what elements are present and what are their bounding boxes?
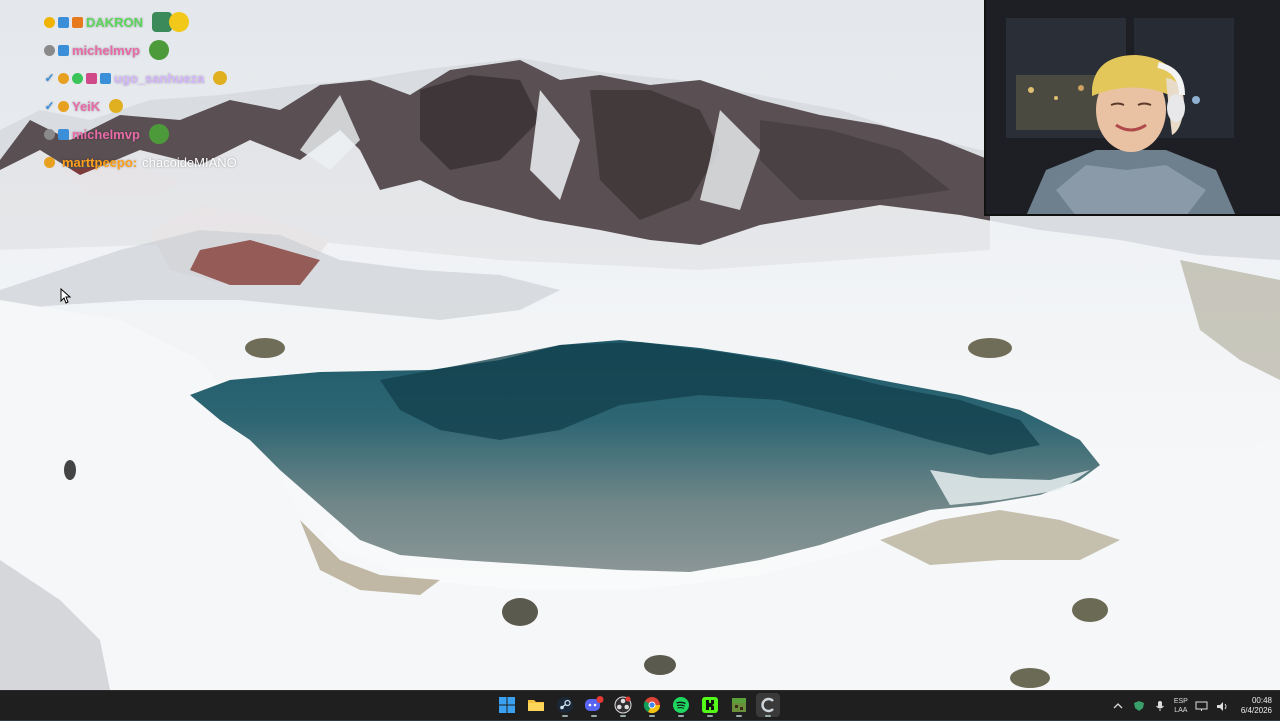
badge-icon <box>44 44 55 56</box>
stream-chat-overlay: DAKRON michelmvp ✓ ugo_sanhueza ✓ YeiK m… <box>44 8 364 176</box>
monitor-network-icon <box>1195 701 1208 711</box>
windows-taskbar: ESP LAA 00:48 6/4/2026 <box>0 690 1280 720</box>
file-explorer-button[interactable] <box>524 693 548 717</box>
language-indicator[interactable]: ESP LAA <box>1174 697 1188 715</box>
badge-icon <box>44 156 55 168</box>
microphone-tray-button[interactable] <box>1153 699 1167 713</box>
minecraft-icon <box>732 698 746 712</box>
chat-username: marttpeepo: <box>62 154 138 170</box>
emote-icon <box>213 71 228 85</box>
pepe-emote-icon <box>148 124 169 144</box>
emote-icon <box>109 99 124 113</box>
badge-icon <box>72 16 83 28</box>
discord-button[interactable] <box>582 693 606 717</box>
badge-icon <box>100 72 111 84</box>
steam-button[interactable] <box>553 693 577 717</box>
start-button[interactable] <box>495 693 519 717</box>
steam-icon <box>557 697 573 713</box>
shield-icon <box>1133 701 1144 711</box>
discord-icon <box>585 696 604 711</box>
chat-message: ✓ ugo_sanhueza <box>44 64 364 92</box>
network-tray-button[interactable] <box>1195 699 1209 713</box>
chevron-up-icon <box>1113 703 1123 709</box>
clock-time: 00:48 <box>1251 696 1272 705</box>
app-c-button[interactable] <box>756 693 780 717</box>
security-tray-button[interactable] <box>1132 699 1146 713</box>
chat-username: ugo_sanhueza <box>114 70 205 86</box>
clock[interactable]: 00:48 6/4/2026 <box>1241 696 1272 716</box>
chrome-button[interactable] <box>640 693 664 717</box>
chat-message: marttpeepo: chacoideMIANO <box>44 148 364 176</box>
taskbar-apps <box>495 693 780 719</box>
chat-username: michelmvp <box>72 42 140 58</box>
app-c-icon <box>761 697 774 713</box>
verified-check-icon: ✓ <box>44 98 55 113</box>
file-explorer-icon <box>528 700 544 711</box>
badge-icon <box>58 100 69 112</box>
badge-icon <box>44 16 55 28</box>
chrome-icon <box>643 697 661 714</box>
badge-icon <box>58 16 69 28</box>
badge-icon <box>86 72 97 84</box>
chat-username: YeiK <box>72 98 101 114</box>
chat-message-text: chacoideMIANO <box>142 154 237 170</box>
chat-username: michelmvp <box>72 126 140 142</box>
volume-tray-button[interactable] <box>1216 699 1230 713</box>
language-code: ESP <box>1173 698 1188 705</box>
chat-message: ✓ YeiK <box>44 92 364 120</box>
badge-icon <box>58 128 69 140</box>
spotify-icon <box>673 697 689 713</box>
minecraft-button[interactable] <box>727 693 751 717</box>
obs-icon <box>614 696 632 714</box>
windows-start-icon <box>499 697 515 713</box>
obs-button[interactable] <box>611 693 635 717</box>
chat-message: michelmvp <box>44 120 364 148</box>
verified-check-icon: ✓ <box>44 70 55 85</box>
pepe-emote-icon <box>148 40 169 60</box>
webcam-overlay <box>984 0 1280 216</box>
system-tray: ESP LAA 00:48 6/4/2026 <box>1111 691 1272 721</box>
chat-message: michelmvp <box>44 36 364 64</box>
badge-icon <box>58 44 69 56</box>
badge-icon <box>72 72 83 84</box>
kick-button[interactable] <box>698 693 722 717</box>
emote-icon <box>169 12 190 32</box>
badge-icon <box>44 128 55 140</box>
keyboard-layout: LAA <box>1174 707 1188 714</box>
kick-icon <box>702 697 718 713</box>
webcam-feed <box>986 0 1280 214</box>
microphone-icon <box>1155 701 1164 711</box>
spotify-button[interactable] <box>669 693 693 717</box>
chat-username: DAKRON <box>86 14 144 30</box>
mouse-cursor-icon <box>60 288 72 304</box>
show-hidden-icons-button[interactable] <box>1111 699 1125 713</box>
clock-date: 6/4/2026 <box>1240 706 1272 715</box>
speaker-icon <box>1217 701 1227 711</box>
chat-message: DAKRON <box>44 8 364 36</box>
badge-icon <box>58 72 69 84</box>
